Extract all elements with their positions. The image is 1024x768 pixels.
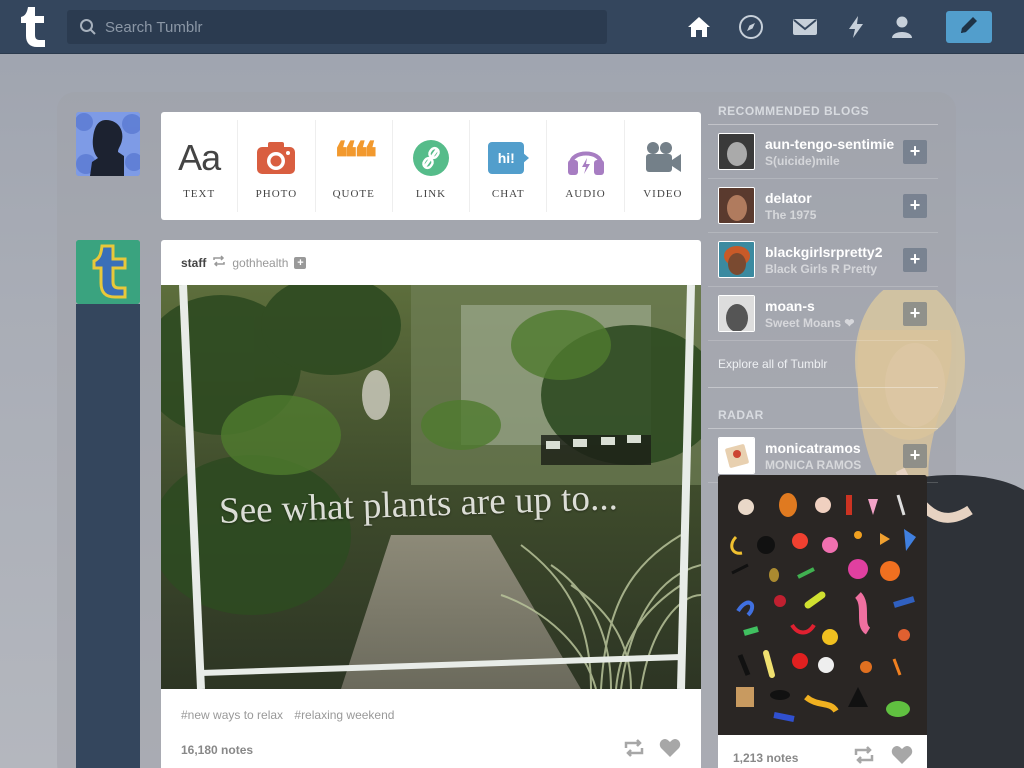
recommended-blog-row[interactable]: aun-tengo-sentimie S(uicide)mile + bbox=[708, 125, 938, 179]
blog-avatar[interactable] bbox=[718, 437, 755, 474]
follow-button[interactable]: + bbox=[903, 194, 927, 218]
post-author-avatar[interactable] bbox=[76, 240, 140, 304]
explore-icon[interactable] bbox=[738, 14, 764, 40]
like-heart-icon[interactable] bbox=[891, 745, 913, 768]
radar-title: RADAR bbox=[708, 388, 938, 429]
tumblr-logo-icon[interactable] bbox=[14, 5, 54, 49]
inbox-icon[interactable] bbox=[792, 14, 818, 40]
search-box[interactable] bbox=[67, 10, 607, 44]
dashboard-post: staff gothhealth + See what plants are u… bbox=[161, 240, 701, 768]
post-type-label: TEXT bbox=[183, 188, 216, 200]
activity-icon[interactable] bbox=[843, 14, 869, 40]
post-blog-name[interactable]: staff bbox=[181, 256, 206, 270]
blog-title: Sweet Moans ❤ bbox=[765, 315, 855, 330]
follow-button[interactable]: + bbox=[903, 302, 927, 326]
follow-button[interactable]: + bbox=[903, 444, 927, 468]
post-tags: #new ways to relax #relaxing weekend bbox=[181, 708, 402, 722]
post-actions bbox=[623, 738, 681, 763]
post-audio-button[interactable]: AUDIO bbox=[547, 120, 625, 212]
text-icon: Aa bbox=[178, 137, 221, 178]
blog-title: MONICA RAMOS bbox=[765, 457, 862, 472]
post-notes-count[interactable]: 16,180 notes bbox=[181, 743, 253, 757]
post-tag[interactable]: #new ways to relax bbox=[181, 708, 283, 722]
recommended-blog-row[interactable]: moan-s Sweet Moans ❤ + bbox=[708, 287, 938, 341]
post-type-label: VIDEO bbox=[643, 188, 683, 200]
blog-title: The 1975 bbox=[765, 207, 817, 222]
blog-name[interactable]: monicatramos bbox=[765, 440, 905, 456]
post-footer: 16,180 notes bbox=[181, 738, 681, 763]
post-video-button[interactable]: VIDEO bbox=[625, 120, 701, 212]
post-type-label: LINK bbox=[415, 188, 447, 200]
post-chat-button[interactable]: hi! CHAT bbox=[470, 120, 548, 212]
explore-tumblr-link[interactable]: Explore all of Tumblr bbox=[708, 341, 938, 388]
post-type-bar: Aa TEXT PHOTO ❝❝ QUOTE LINK hi! CHAT AUD… bbox=[161, 112, 701, 220]
post-text-button[interactable]: Aa TEXT bbox=[161, 120, 239, 212]
top-nav-bar bbox=[0, 0, 1024, 54]
post-type-label: CHAT bbox=[491, 188, 525, 200]
blog-name[interactable]: moan-s bbox=[765, 298, 905, 314]
video-camera-icon bbox=[643, 138, 683, 178]
recommended-blog-row[interactable]: delator The 1975 + bbox=[708, 179, 938, 233]
post-quote-button[interactable]: ❝❝ QUOTE bbox=[316, 120, 393, 212]
post-source-blog[interactable]: gothhealth bbox=[232, 256, 288, 270]
blog-name[interactable]: blackgirlsrpretty2 bbox=[765, 244, 905, 260]
camera-icon bbox=[256, 138, 296, 178]
recommended-blog-row[interactable]: blackgirlsrpretty2 Black Girls R Pretty … bbox=[708, 233, 938, 287]
blog-title: Black Girls R Pretty bbox=[765, 261, 878, 276]
post-author-sidebar-strip bbox=[76, 304, 140, 768]
headphones-icon bbox=[566, 138, 606, 178]
post-link-button[interactable]: LINK bbox=[393, 120, 471, 212]
follow-plus-icon[interactable]: + bbox=[294, 256, 307, 269]
compose-button[interactable] bbox=[946, 11, 992, 43]
link-icon bbox=[412, 138, 450, 178]
reblog-button-icon[interactable] bbox=[853, 746, 875, 768]
follow-button[interactable]: + bbox=[903, 248, 927, 272]
user-avatar[interactable] bbox=[76, 112, 140, 176]
sidebar: RECOMMENDED BLOGS aun-tengo-sentimie S(u… bbox=[708, 104, 938, 483]
post-header: staff gothhealth + bbox=[161, 240, 701, 285]
like-heart-icon[interactable] bbox=[659, 738, 681, 763]
blog-avatar[interactable] bbox=[718, 133, 755, 170]
search-input[interactable] bbox=[105, 18, 585, 36]
radar-notes-count[interactable]: 1,213 notes bbox=[733, 751, 798, 765]
blog-name[interactable]: delator bbox=[765, 190, 905, 206]
follow-button[interactable]: + bbox=[903, 140, 927, 164]
recommended-blogs-title: RECOMMENDED BLOGS bbox=[708, 104, 938, 125]
radar-post-footer: 1,213 notes bbox=[718, 735, 927, 768]
post-type-label: AUDIO bbox=[565, 188, 606, 200]
blog-avatar[interactable] bbox=[718, 187, 755, 224]
quote-icon: ❝❝ bbox=[334, 132, 377, 184]
radar-post-image[interactable] bbox=[718, 475, 927, 735]
search-icon bbox=[79, 18, 97, 36]
post-type-label: QUOTE bbox=[332, 188, 375, 200]
home-icon[interactable] bbox=[686, 14, 712, 40]
reblog-icon bbox=[212, 255, 226, 270]
blog-avatar[interactable] bbox=[718, 295, 755, 332]
reblog-button-icon[interactable] bbox=[623, 738, 645, 762]
post-photo[interactable]: See what plants are up to... bbox=[161, 285, 701, 689]
blog-title: S(uicide)mile bbox=[765, 153, 840, 168]
blog-name[interactable]: aun-tengo-sentimie bbox=[765, 136, 905, 152]
post-tag[interactable]: #relaxing weekend bbox=[294, 708, 394, 722]
post-type-label: PHOTO bbox=[255, 188, 298, 200]
account-icon[interactable] bbox=[889, 14, 915, 40]
post-photo-button[interactable]: PHOTO bbox=[238, 120, 316, 212]
blog-avatar[interactable] bbox=[718, 241, 755, 278]
chat-icon: hi! bbox=[488, 138, 530, 178]
pencil-icon bbox=[958, 14, 980, 41]
